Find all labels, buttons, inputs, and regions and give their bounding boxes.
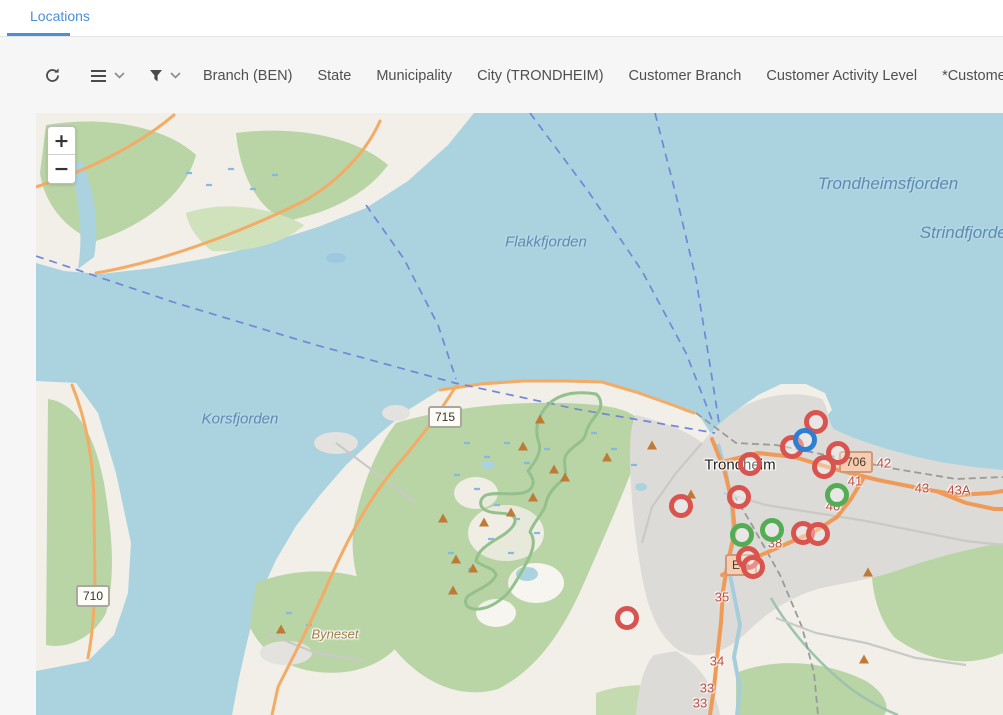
map-label-flakkfjorden: Flakkfjorden: [505, 234, 587, 251]
peak-icon: [859, 655, 869, 664]
location-marker-green[interactable]: [760, 518, 784, 542]
map-label-byneset: Byneset: [312, 627, 359, 642]
location-marker-red[interactable]: [806, 522, 830, 546]
menu-icon: [90, 69, 107, 83]
toolbar-filter-1[interactable]: Branch (BEN): [203, 68, 292, 84]
road-number-35: 35: [715, 590, 729, 605]
road-number-43A: 43A: [947, 483, 970, 498]
map-overlay-layer: Trondheimsfjorden Strindfjorden Flakkfjord…: [36, 113, 1003, 715]
tab-locations[interactable]: Locations: [30, 8, 90, 24]
location-marker-green[interactable]: [825, 483, 849, 507]
location-marker-blue[interactable]: [793, 428, 817, 452]
road-number-34: 34: [710, 654, 724, 669]
location-marker-red[interactable]: [741, 555, 765, 579]
location-marker-green[interactable]: [730, 523, 754, 547]
peak-icon: [560, 473, 570, 482]
peak-icon: [468, 564, 478, 573]
peak-icon: [602, 453, 612, 462]
active-tab-underline: [7, 33, 70, 36]
peak-icon: [479, 518, 489, 527]
road-number-41: 41: [848, 474, 862, 489]
location-marker-red[interactable]: [738, 452, 762, 476]
layers-menu-button[interactable]: [90, 69, 125, 83]
toolbar-filter-4[interactable]: City (TRONDHEIM): [477, 68, 603, 84]
map-label-trondheimsfjorden: Trondheimsfjorden: [818, 174, 958, 194]
filter-menu-button[interactable]: [149, 69, 181, 83]
location-marker-red[interactable]: [615, 606, 639, 630]
peak-icon: [863, 568, 873, 577]
map-label-korsfjorden: Korsfjorden: [202, 411, 279, 428]
chevron-down-icon: [170, 72, 181, 79]
tab-bar: Locations: [0, 0, 1003, 37]
peak-icon: [506, 508, 516, 517]
toolbar-filters: Branch (BEN) State Municipality City (TROND…: [203, 68, 1003, 84]
peak-icon: [438, 514, 448, 523]
toolbar-filter-5[interactable]: Customer Branch: [629, 68, 742, 84]
filter-icon: [149, 69, 163, 83]
road-number-33: 33: [693, 696, 707, 711]
peak-icon: [528, 493, 538, 502]
zoom-out-button[interactable]: −: [48, 155, 75, 183]
map-zoom-control: + −: [47, 126, 76, 184]
peak-icon: [647, 441, 657, 450]
road-number-42: 42: [877, 456, 891, 471]
road-number-43: 43: [915, 481, 929, 496]
chevron-down-icon: [114, 72, 125, 79]
map-label-strindfjorden: Strindfjorden: [920, 223, 1003, 243]
location-marker-red[interactable]: [669, 494, 693, 518]
toolbar-filter-2[interactable]: State: [317, 68, 351, 84]
peak-icon: [549, 465, 559, 474]
road-shield-710: 710: [76, 585, 110, 607]
road-number-33: 33: [700, 681, 714, 696]
map-toolbar: Branch (BEN) State Municipality City (TROND…: [0, 38, 1003, 113]
location-marker-red[interactable]: [727, 485, 751, 509]
location-marker-red[interactable]: [812, 455, 836, 479]
peak-icon: [451, 555, 461, 564]
zoom-in-button[interactable]: +: [48, 127, 75, 155]
map-canvas[interactable]: Trondheimsfjorden Strindfjorden Flakkfjord…: [36, 113, 1003, 715]
peak-icon: [276, 625, 286, 634]
toolbar-filter-3[interactable]: Municipality: [376, 68, 452, 84]
road-shield-715: 715: [428, 406, 462, 428]
peak-icon: [518, 442, 528, 451]
peak-icon: [448, 586, 458, 595]
toolbar-filter-7[interactable]: *Customer: [942, 68, 1003, 84]
refresh-icon[interactable]: [44, 67, 61, 84]
peak-icon: [535, 415, 545, 424]
toolbar-filter-6[interactable]: Customer Activity Level: [766, 68, 917, 84]
